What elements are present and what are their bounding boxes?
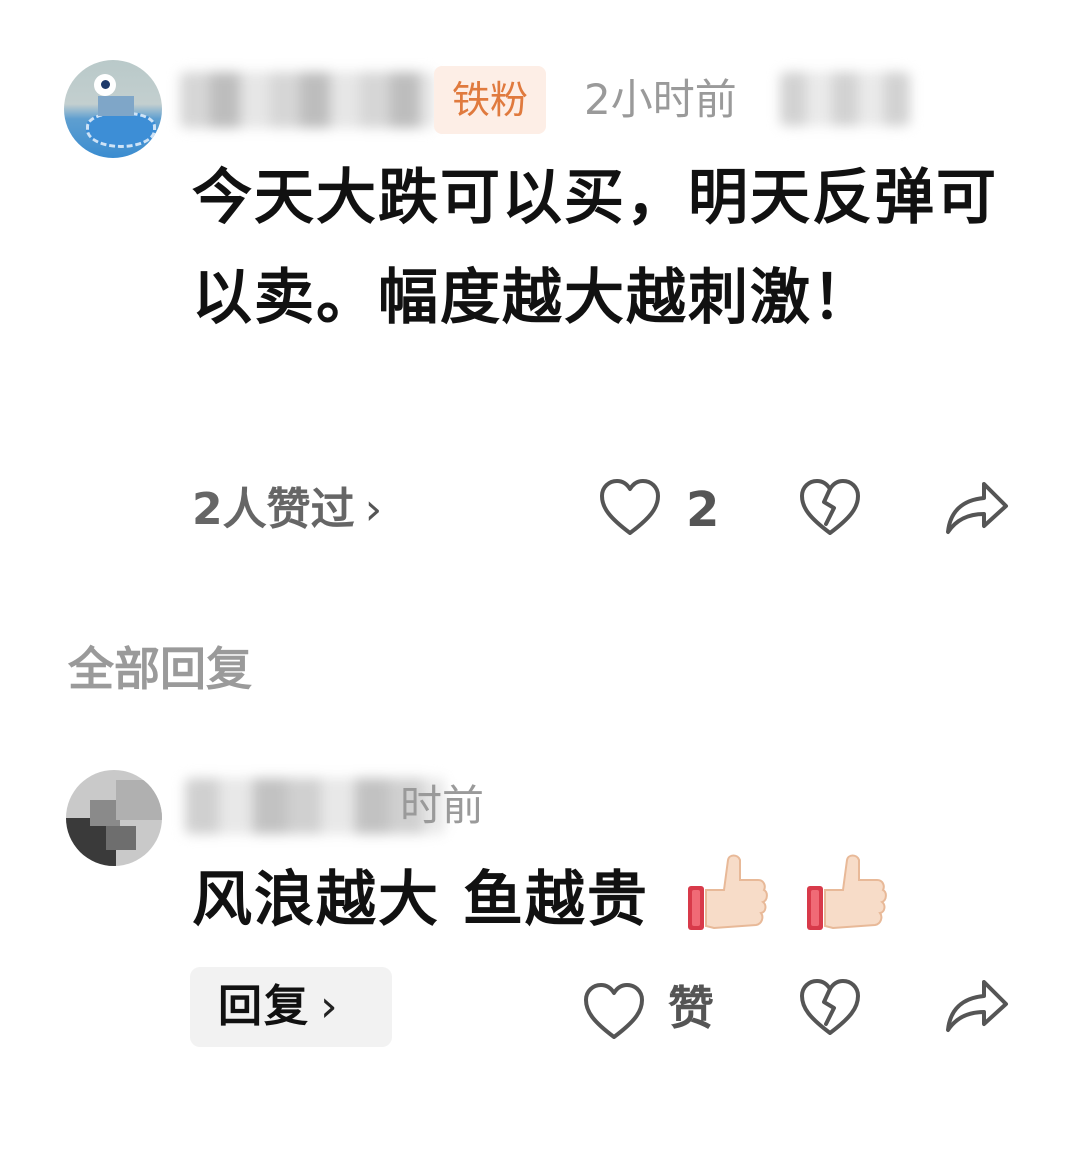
broken-heart-icon[interactable] <box>798 978 862 1038</box>
comment-time: 时前 <box>400 781 485 830</box>
share-arrow-icon[interactable] <box>944 976 1012 1036</box>
like-label[interactable]: 赞 <box>668 974 714 1042</box>
thumbs-up-icon <box>687 854 768 930</box>
reply-button[interactable]: 回复 › <box>190 967 392 1047</box>
username-redacted[interactable] <box>180 72 435 128</box>
reply-button-label: 回复 <box>218 981 310 1032</box>
share-arrow-icon[interactable] <box>944 478 1012 538</box>
broken-heart-icon[interactable] <box>798 478 862 538</box>
heart-outline-icon[interactable] <box>598 478 662 538</box>
like-count: 2 <box>686 482 720 538</box>
user-avatar[interactable] <box>66 770 162 866</box>
chevron-right-icon: › <box>320 981 340 1032</box>
all-replies-title: 全部回复 <box>68 642 252 696</box>
comment-time: 2小时前 <box>584 75 737 124</box>
comment-text: 今天大跌可以买，明天反弹可以卖。幅度越大越刺激！ <box>192 163 998 333</box>
chevron-right-icon: › <box>364 484 383 535</box>
comment-text-content: 风浪越大 鱼越贵 <box>192 865 649 935</box>
likes-summary-label: 2人赞过 <box>192 484 355 535</box>
user-avatar[interactable] <box>64 60 162 158</box>
likes-summary-link[interactable]: 2人赞过 › <box>192 476 382 544</box>
thumbs-up-icon <box>806 854 887 930</box>
heart-outline-icon[interactable] <box>582 982 646 1042</box>
fan-badge: 铁粉 <box>434 66 547 134</box>
comment-text: 风浪越大 鱼越贵 <box>192 850 1012 950</box>
location-redacted <box>780 72 910 126</box>
